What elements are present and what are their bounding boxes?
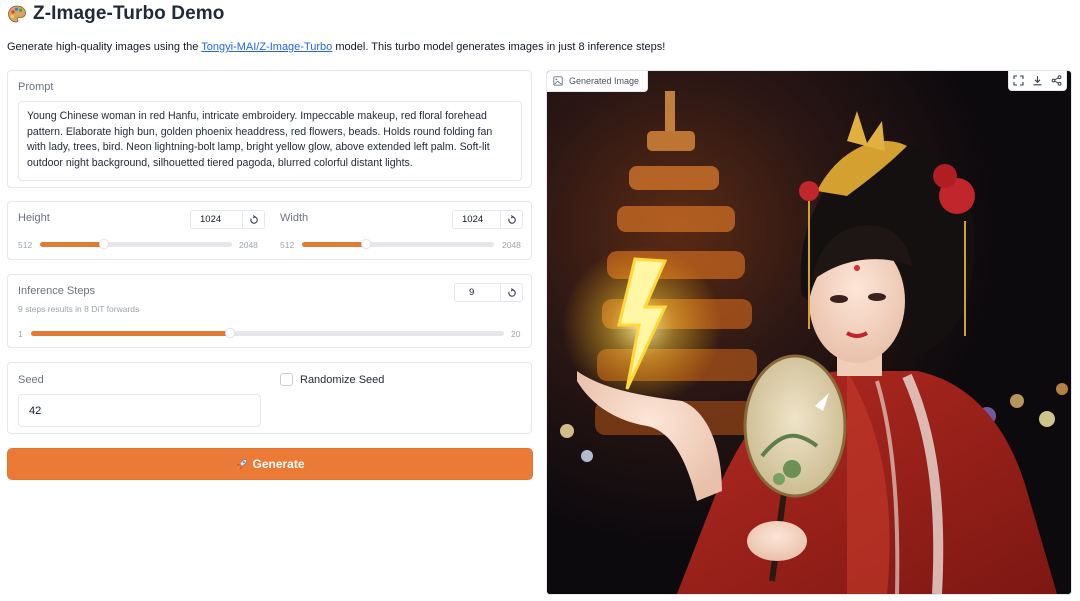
steps-slider-thumb[interactable] <box>225 328 236 338</box>
seed-block: Seed 42 Randomize Seed <box>7 362 532 434</box>
share-button[interactable] <box>1051 75 1062 86</box>
dimensions-block: Height 1024 512 2048 Width 1024 512 2048 <box>7 201 532 260</box>
inference-steps-block: Inference Steps 9 steps results in 8 DiT… <box>7 274 532 348</box>
randomize-seed-label: Randomize Seed <box>300 373 385 386</box>
download-button[interactable] <box>1032 75 1043 86</box>
width-slider[interactable] <box>302 239 494 249</box>
seed-label: Seed <box>18 374 44 386</box>
width-slider-thumb[interactable] <box>360 239 371 249</box>
seed-input[interactable]: 42 <box>18 394 261 427</box>
height-slider-fill <box>40 242 104 247</box>
steps-label: Inference Steps <box>18 285 96 297</box>
width-label: Width <box>280 212 309 224</box>
width-reset-button[interactable] <box>500 211 522 228</box>
steps-slider-fill <box>31 331 231 336</box>
height-value: 1024 <box>200 214 222 225</box>
share-icon <box>1051 75 1062 86</box>
width-max: 2048 <box>502 240 521 250</box>
page-description: Generate high-quality images using the T… <box>7 41 665 53</box>
description-prefix: Generate high-quality images using the <box>7 41 202 53</box>
height-min: 512 <box>18 240 33 250</box>
height-slider[interactable] <box>40 239 232 249</box>
generate-button[interactable]: Generate <box>7 448 533 480</box>
palette-icon <box>8 5 26 23</box>
checkbox-box[interactable] <box>280 373 293 386</box>
prompt-label: Prompt <box>18 81 54 93</box>
app-title: Z-Image-Turbo Demo <box>7 2 224 26</box>
fullscreen-icon <box>1013 75 1024 86</box>
height-slider-thumb[interactable] <box>98 239 109 249</box>
prompt-block: Prompt Young Chinese woman in red Hanfu,… <box>7 70 532 188</box>
height-number-input[interactable]: 1024 <box>190 210 265 229</box>
model-link[interactable]: Tongyi-MAI/Z-Image-Turbo <box>201 41 332 53</box>
steps-min: 1 <box>18 329 23 339</box>
description-suffix: model. This turbo model generates images… <box>332 41 666 53</box>
steps-slider[interactable] <box>31 328 504 338</box>
width-value: 1024 <box>462 214 484 225</box>
steps-info: 9 steps results in 8 DiT forwards <box>18 304 140 314</box>
width-number-input[interactable]: 1024 <box>452 210 523 229</box>
steps-reset-button[interactable] <box>500 284 522 301</box>
steps-number-input[interactable]: 9 <box>454 283 523 302</box>
generated-image <box>547 71 1071 594</box>
image-icon <box>553 76 563 86</box>
reset-icon <box>507 287 516 297</box>
height-label: Height <box>18 212 50 224</box>
generated-image-label-text: Generated Image <box>569 76 640 86</box>
reset-icon <box>507 214 516 224</box>
rocket-icon <box>236 458 248 470</box>
fullscreen-button[interactable] <box>1013 75 1024 86</box>
generate-label: Generate <box>252 457 305 471</box>
download-icon <box>1033 76 1042 86</box>
randomize-seed-checkbox[interactable]: Randomize Seed <box>280 373 384 386</box>
steps-value: 9 <box>469 287 475 298</box>
generated-image-label: Generated Image <box>547 71 649 92</box>
width-min: 512 <box>280 240 295 250</box>
height-max: 2048 <box>239 240 258 250</box>
page-title: Z-Image-Turbo Demo <box>33 3 225 24</box>
generated-image-panel: Generated Image <box>546 70 1072 595</box>
reset-icon <box>249 214 258 224</box>
image-toolbar <box>1008 71 1067 91</box>
steps-max: 20 <box>511 329 521 339</box>
height-reset-button[interactable] <box>242 211 264 228</box>
prompt-textarea[interactable]: Young Chinese woman in red Hanfu, intric… <box>18 101 522 181</box>
width-slider-fill <box>302 242 366 247</box>
